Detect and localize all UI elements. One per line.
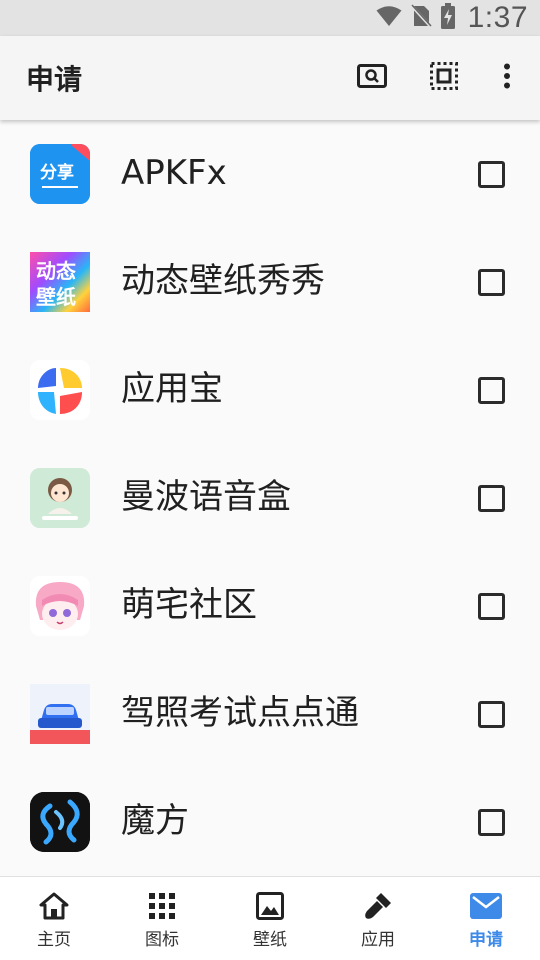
mofang-app-icon [30, 792, 90, 852]
app-name: 曼波语音盒 [121, 477, 291, 517]
battery-charging-icon [440, 3, 456, 33]
search-image-icon [357, 64, 387, 92]
app-name: 动态壁纸秀秀 [121, 261, 325, 301]
app-name: 萌宅社区 [121, 585, 257, 625]
more-vert-icon [503, 63, 511, 93]
nav-item-request[interactable]: 申请 [432, 877, 540, 960]
home-icon [37, 889, 71, 923]
nav-item-apps[interactable]: 应用 [324, 877, 432, 960]
mail-icon [469, 889, 503, 923]
nav-item-home[interactable]: 主页 [0, 877, 108, 960]
nav-label: 壁纸 [253, 930, 287, 950]
dongtai-bizhi-app-icon: 动态 壁纸 [30, 252, 90, 312]
mengzhai-app-icon [30, 576, 90, 636]
nav-label: 图标 [145, 930, 179, 950]
app-icon-text: 分享 [40, 162, 74, 183]
list-item[interactable]: 分享 APKFx [0, 120, 540, 228]
bottom-navigation: 主页 图标 壁纸 应用 申请 [0, 876, 540, 960]
checkbox[interactable] [478, 161, 505, 188]
more-options-button[interactable] [487, 58, 527, 98]
status-time: 1:37 [467, 1, 528, 34]
nav-label: 申请 [469, 930, 503, 950]
checkbox[interactable] [478, 485, 505, 512]
checkbox[interactable] [478, 269, 505, 296]
nav-label: 应用 [361, 930, 395, 950]
list-item[interactable]: 动态 壁纸 动态壁纸秀秀 [0, 228, 540, 336]
list-item[interactable]: 驾照考试点点通 [0, 660, 540, 768]
brush-icon [361, 889, 395, 923]
checkbox[interactable] [478, 377, 505, 404]
nav-item-wallpaper[interactable]: 壁纸 [216, 877, 324, 960]
app-request-list: 分享 APKFx 动态 壁纸 动态壁纸秀秀 应用宝 曼波语音盒 萌宅社区 驾照考… [0, 120, 540, 876]
manbo-app-icon [30, 468, 90, 528]
list-item[interactable]: 魔方 [0, 768, 540, 876]
app-name: 魔方 [121, 801, 189, 841]
checkbox[interactable] [478, 809, 505, 836]
select-all-button[interactable] [424, 58, 464, 98]
list-item[interactable]: 曼波语音盒 [0, 444, 540, 552]
wifi-icon [376, 5, 402, 31]
jiazhao-app-icon [30, 684, 90, 744]
yingyongbao-app-icon [30, 360, 90, 420]
image-icon [253, 889, 287, 923]
app-name: APKFx [121, 153, 227, 193]
checkbox[interactable] [478, 701, 505, 728]
status-icons: 1:37 [376, 0, 528, 36]
nav-item-icons[interactable]: 图标 [108, 877, 216, 960]
fenxiang-app-icon: 分享 [30, 144, 90, 204]
checkbox[interactable] [478, 593, 505, 620]
list-item[interactable]: 萌宅社区 [0, 552, 540, 660]
no-sim-icon [409, 3, 432, 32]
page-title: 申请 [26, 63, 83, 96]
app-bar: 申请 [0, 36, 540, 120]
status-bar: 1:37 [0, 0, 540, 36]
search-image-button[interactable] [352, 58, 392, 98]
app-name: 驾照考试点点通 [121, 693, 359, 733]
svg-text:动态: 动态 [36, 259, 76, 283]
app-name: 应用宝 [121, 369, 223, 409]
svg-text:壁纸: 壁纸 [36, 285, 76, 309]
grid-icon [145, 889, 179, 923]
nav-label: 主页 [37, 930, 71, 950]
list-item[interactable]: 应用宝 [0, 336, 540, 444]
select-all-icon [430, 62, 458, 94]
